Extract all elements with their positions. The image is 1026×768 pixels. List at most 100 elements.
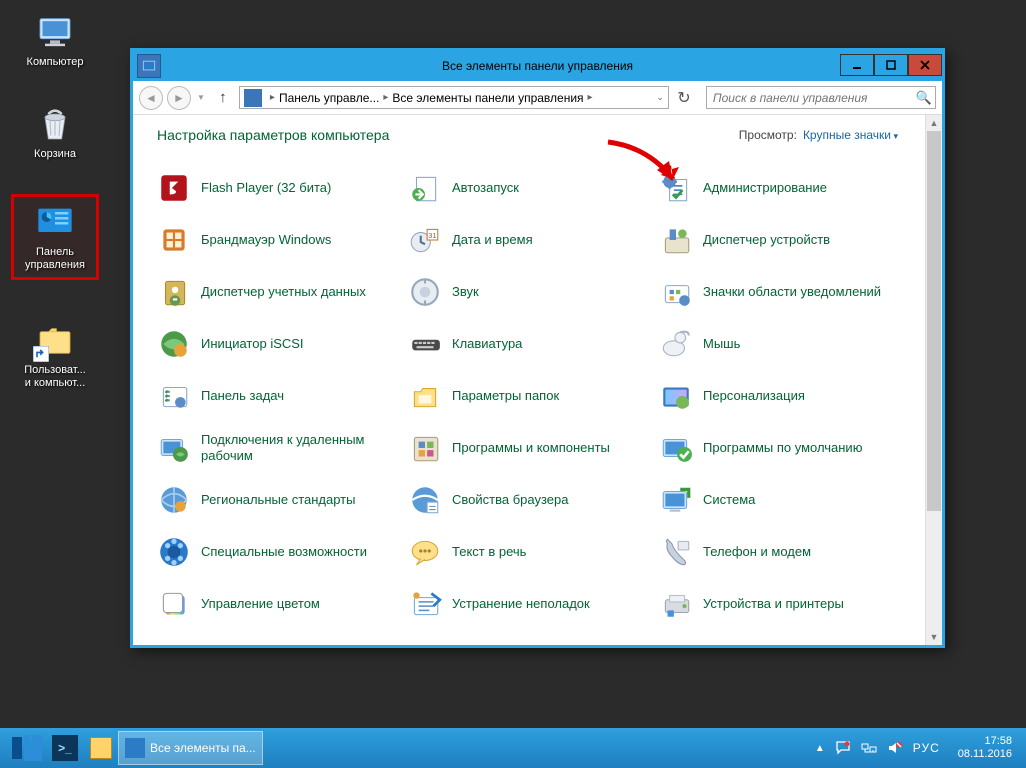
folder-icon [90, 737, 112, 759]
start-button[interactable] [6, 731, 46, 765]
item-label: Брандмауэр Windows [201, 232, 331, 248]
item-label: Клавиатура [452, 336, 522, 352]
window-system-icon[interactable] [137, 54, 161, 78]
breadcrumb-icon [244, 89, 262, 107]
breadcrumb-separator[interactable]: ▸ [266, 92, 279, 103]
trash-icon [35, 104, 75, 144]
control-panel-item[interactable]: Устройства и принтеры [659, 585, 900, 623]
nav-back-button[interactable]: ◄ [139, 86, 163, 110]
item-icon [157, 587, 191, 621]
control-panel-item[interactable]: Региональные стандарты [157, 481, 398, 519]
item-label: Подключения к удаленным рабочим [201, 432, 398, 464]
item-label: Текст в речь [452, 544, 526, 560]
control-panel-item[interactable]: Инициатор iSCSI [157, 325, 398, 363]
breadcrumb-separator[interactable]: ▸ [584, 92, 597, 103]
control-panel-item[interactable]: Значки области уведомлений [659, 273, 900, 311]
control-panel-item[interactable]: Flash Player (32 бита) [157, 169, 398, 207]
view-mode-dropdown[interactable]: Крупные значки [803, 128, 898, 142]
control-panel-item[interactable]: Персонализация [659, 377, 900, 415]
item-label: Устранение неполадок [452, 596, 590, 612]
control-panel-item[interactable]: Программы по умолчанию [659, 429, 900, 467]
item-icon [157, 431, 191, 465]
search-box[interactable]: 🔍 [706, 86, 936, 109]
desktop-icon-computer[interactable]: Компьютер [15, 12, 95, 69]
desktop-icon-trash[interactable]: Корзина [15, 104, 95, 161]
item-icon [408, 431, 442, 465]
item-label: Значки области уведомлений [703, 284, 881, 300]
control-panel-item[interactable]: Панель задач [157, 377, 398, 415]
scroll-up-button[interactable]: ▲ [926, 115, 942, 131]
control-panel-item[interactable]: Система [659, 481, 900, 519]
tray-volume-icon[interactable] [887, 740, 903, 756]
control-panel-item[interactable]: Устранение неполадок [408, 585, 649, 623]
control-panel-item[interactable]: Телефон и модем [659, 533, 900, 571]
breadcrumb-segment[interactable]: Все элементы панели управления [392, 91, 583, 105]
search-icon[interactable]: 🔍 [913, 90, 935, 106]
desktop-icon-label: Пользоват...и компьют... [15, 364, 95, 390]
taskbar-control-panel-window[interactable]: Все элементы па... [118, 731, 263, 765]
item-icon [659, 483, 693, 517]
item-label: Диспетчер учетных данных [201, 284, 366, 300]
desktop-icon-users-computers[interactable]: Пользоват...и компьют... [15, 320, 95, 390]
tray-network-icon[interactable] [861, 740, 877, 756]
control-panel-item[interactable]: Диспетчер учетных данных [157, 273, 398, 311]
taskbar-button-label: Все элементы па... [150, 741, 256, 755]
breadcrumb-dropdown[interactable]: ⌄ [652, 92, 668, 103]
item-icon [659, 275, 693, 309]
scroll-thumb[interactable] [927, 131, 941, 511]
nav-forward-button[interactable]: ► [167, 86, 191, 110]
desktop-icon-control-panel[interactable]: Панель управления [15, 198, 95, 276]
nav-history-dropdown[interactable]: ▼ [195, 93, 207, 102]
breadcrumb[interactable]: ▸ Панель управле... ▸ Все элементы панел… [239, 86, 669, 109]
control-panel-item[interactable]: Мышь [659, 325, 900, 363]
breadcrumb-separator[interactable]: ▸ [379, 92, 392, 103]
control-panel-item[interactable]: Клавиатура [408, 325, 649, 363]
control-panel-item[interactable]: Свойства браузера [408, 481, 649, 519]
breadcrumb-segment[interactable]: Панель управле... [279, 91, 379, 105]
item-label: Мышь [703, 336, 740, 352]
maximize-button[interactable] [874, 54, 908, 76]
control-panel-icon [35, 202, 75, 242]
taskbar-pinned-powershell[interactable]: >_ [46, 731, 84, 765]
taskbar-clock[interactable]: 17:58 08.11.2016 [950, 735, 1020, 761]
control-panel-item[interactable]: Брандмауэр Windows [157, 221, 398, 259]
item-label: Свойства браузера [452, 492, 568, 508]
tray-action-center-icon[interactable] [835, 740, 851, 756]
control-panel-item[interactable]: Управление цветом [157, 585, 398, 623]
folder-shortcut-icon [35, 320, 75, 360]
language-indicator[interactable]: РУС [913, 741, 940, 755]
item-icon [157, 171, 191, 205]
control-panel-item[interactable]: Программы и компоненты [408, 429, 649, 467]
item-icon [408, 327, 442, 361]
nav-up-button[interactable]: ↑ [211, 86, 235, 110]
control-panel-item[interactable]: Параметры папок [408, 377, 649, 415]
view-label: Просмотр: [739, 128, 797, 142]
control-panel-window: Все элементы панели управления ◄ ► ▼ ↑ ▸… [130, 48, 945, 648]
control-panel-item[interactable]: Специальные возможности [157, 533, 398, 571]
item-label: Параметры папок [452, 388, 559, 404]
tray-overflow-button[interactable]: ▲ [815, 743, 825, 754]
control-panel-item[interactable]: Звук [408, 273, 649, 311]
minimize-button[interactable] [840, 54, 874, 76]
item-label: Автозапуск [452, 180, 519, 196]
control-panel-item[interactable]: Диспетчер устройств [659, 221, 900, 259]
computer-icon [35, 12, 75, 52]
toolbar: ◄ ► ▼ ↑ ▸ Панель управле... ▸ Все элемен… [133, 81, 942, 115]
search-input[interactable] [707, 91, 913, 105]
item-icon [408, 275, 442, 309]
annotation-arrow [603, 137, 688, 197]
control-panel-item[interactable]: Подключения к удаленным рабочим [157, 429, 398, 467]
scrollbar[interactable]: ▲ ▼ [925, 115, 942, 645]
taskbar-pinned-explorer[interactable] [84, 731, 118, 765]
titlebar[interactable]: Все элементы панели управления [133, 51, 942, 81]
control-panel-item[interactable]: Текст в речь [408, 533, 649, 571]
item-label: Дата и время [452, 232, 533, 248]
scroll-down-button[interactable]: ▼ [926, 629, 942, 645]
close-button[interactable] [908, 54, 942, 76]
control-panel-item[interactable]: 31Дата и время [408, 221, 649, 259]
item-label: Управление цветом [201, 596, 320, 612]
item-label: Персонализация [703, 388, 805, 404]
refresh-button[interactable]: ↻ [672, 87, 696, 109]
item-icon [659, 535, 693, 569]
control-panel-item[interactable]: Администрирование [659, 169, 900, 207]
